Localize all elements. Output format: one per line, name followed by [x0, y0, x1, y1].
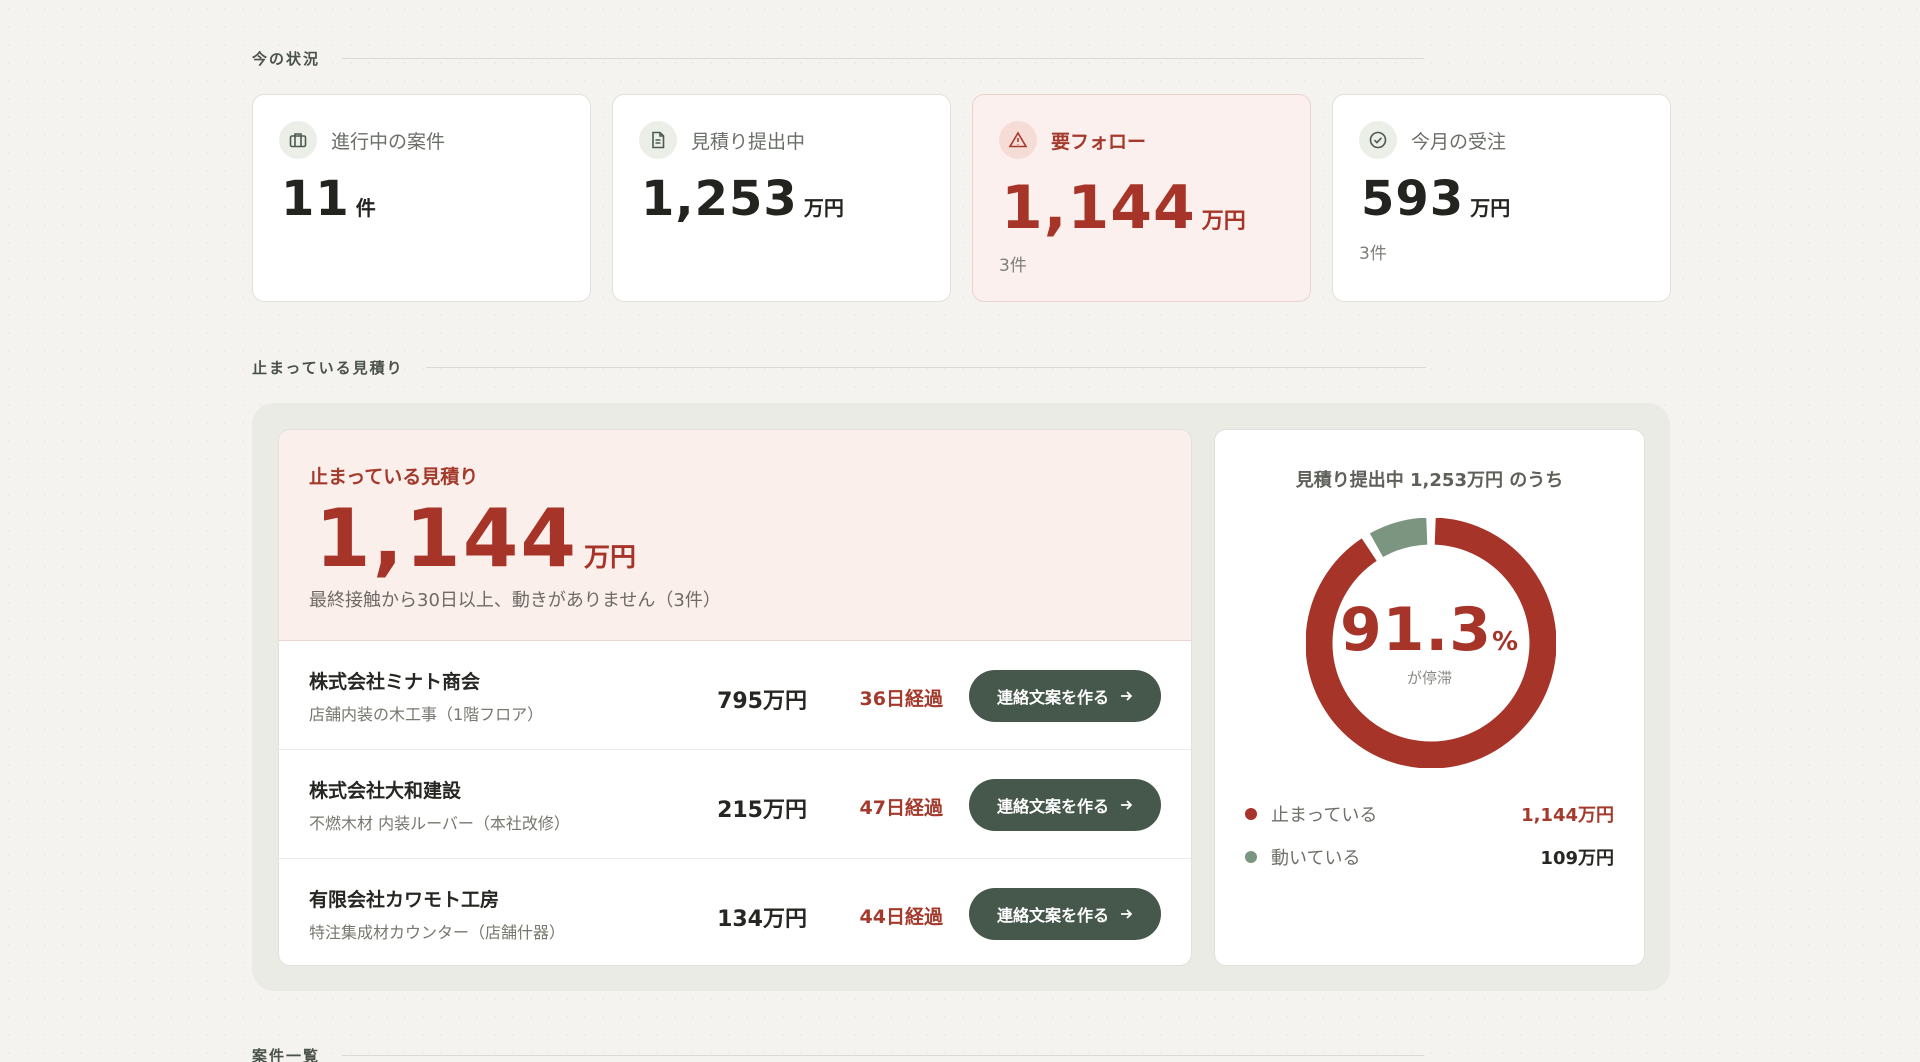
stall-caption: が停滞 [1406, 669, 1452, 687]
list-item[interactable]: 株式会社大和建設 不燃木材 内装ルーバー（本社改修） 215万円 47日経過 連… [279, 750, 1191, 859]
section-divider [342, 58, 1425, 59]
section-divider [342, 1055, 1425, 1056]
stall-ratio-card: 見積り提出中 1,253万円 のうち 91.3% が停滞 止まっている 1,14… [1214, 429, 1645, 966]
stall-percent-value: 91.3 [1339, 595, 1492, 665]
button-label: 連絡文案を作る [996, 688, 1109, 707]
list-item[interactable]: 有限会社カワモト工房 特注集成材カウンター（店舗什器） 134万円 44日経過 … [279, 859, 1191, 965]
quote-amount: 795万円 [717, 689, 807, 714]
stat-number: 1,144 [1001, 173, 1196, 243]
stalled-total-number: 1,144 [315, 492, 579, 585]
project-name: 特注集成材カウンター（店舗什器） [309, 923, 566, 942]
legend-value: 1,144万円 [1521, 805, 1614, 826]
stalled-quotes-card: 止まっている見積り 1,144 万円 最終接触から30日以上、動きがありません（… [278, 429, 1192, 966]
days-elapsed: 36日経過 [859, 688, 943, 710]
legend-label: 止まっている [1271, 805, 1378, 826]
legend-label: 動いている [1271, 848, 1361, 869]
stalled-summary: 止まっている見積り 1,144 万円 最終接触から30日以上、動きがありません（… [279, 430, 1191, 641]
stat-value: 1,253 万円 [641, 171, 844, 227]
stat-unit: 万円 [1470, 196, 1511, 220]
stalled-total-unit: 万円 [584, 543, 637, 573]
stalled-title: 止まっている見積り [309, 466, 479, 488]
company-name: 株式会社ミナト商会 [309, 671, 481, 693]
donut-center: 91.3% が停滞 [1215, 595, 1644, 688]
project-name: 不燃木材 内装ルーバー（本社改修） [309, 814, 570, 833]
stat-unit: 万円 [1201, 209, 1246, 234]
section-title-status: 今の状況 [252, 48, 1425, 69]
legend-item-moving: 動いている 109万円 [1245, 844, 1614, 870]
stat-subtext: 3件 [999, 256, 1027, 276]
project-name: 店舗内装の木工事（1階フロア） [309, 705, 544, 724]
quote-amount: 134万円 [717, 907, 807, 932]
stat-label: 要フォロー [1051, 130, 1147, 153]
stat-unit: 件 [355, 196, 376, 220]
stalled-description: 最終接触から30日以上、動きがありません（3件） [309, 590, 721, 611]
briefcase-icon [279, 121, 317, 159]
stat-number: 11 [281, 171, 350, 227]
stat-label: 見積り提出中 [691, 130, 806, 153]
section-title-projects: 案件一覧 [252, 1045, 1425, 1062]
stat-label: 進行中の案件 [331, 130, 446, 153]
quote-amount: 215万円 [717, 798, 807, 823]
legend-item-stalled: 止まっている 1,144万円 [1245, 801, 1614, 827]
stat-card-follow-up[interactable]: 要フォロー 1,144 万円 3件 [972, 94, 1311, 302]
list-item[interactable]: 株式会社ミナト商会 店舗内装の木工事（1階フロア） 795万円 36日経過 連絡… [279, 641, 1191, 750]
company-name: 株式会社大和建設 [309, 780, 462, 802]
arrow-right-icon [1121, 691, 1133, 701]
create-message-button[interactable]: 連絡文案を作る [969, 888, 1161, 940]
warning-icon [999, 121, 1037, 159]
legend-value: 109万円 [1540, 848, 1614, 869]
section-divider [425, 367, 1426, 368]
stat-number: 1,253 [641, 171, 798, 227]
stat-value: 1,144 万円 [1001, 173, 1246, 243]
donut-slice-moving [1369, 518, 1428, 558]
section-title-stalled: 止まっている見積り [252, 357, 1426, 378]
button-label: 連絡文案を作る [996, 797, 1109, 816]
stat-card-quotes-submitted[interactable]: 見積り提出中 1,253 万円 [612, 94, 951, 302]
donut-title: 見積り提出中 1,253万円 のうち [1295, 470, 1564, 491]
section-title-status-text: 今の状況 [252, 50, 321, 68]
create-message-button[interactable]: 連絡文案を作る [969, 670, 1161, 722]
button-label: 連絡文案を作る [996, 906, 1109, 925]
days-elapsed: 44日経過 [859, 906, 943, 928]
days-elapsed: 47日経過 [859, 797, 943, 819]
document-icon [639, 121, 677, 159]
stat-card-active-projects[interactable]: 進行中の案件 11 件 [252, 94, 591, 302]
section-title-projects-text: 案件一覧 [252, 1047, 321, 1062]
stat-card-monthly-orders[interactable]: 今月の受注 593 万円 3件 [1332, 94, 1671, 302]
stat-number: 593 [1361, 171, 1465, 227]
stat-value: 11 件 [281, 171, 376, 227]
stat-value: 593 万円 [1361, 171, 1510, 227]
check-circle-icon [1359, 121, 1397, 159]
stalled-total: 1,144 万円 [315, 492, 636, 585]
section-title-stalled-text: 止まっている見積り [252, 359, 404, 377]
legend-dot [1245, 808, 1257, 820]
stat-label: 今月の受注 [1411, 130, 1507, 153]
company-name: 有限会社カワモト工房 [309, 889, 500, 911]
arrow-right-icon [1121, 909, 1133, 919]
create-message-button[interactable]: 連絡文案を作る [969, 779, 1161, 831]
legend-dot [1245, 851, 1257, 863]
stat-unit: 万円 [803, 196, 844, 220]
stall-percent: 91.3% [1215, 595, 1644, 665]
stat-subtext: 3件 [1359, 244, 1387, 264]
arrow-right-icon [1121, 800, 1133, 810]
stall-percent-unit: % [1491, 627, 1520, 657]
